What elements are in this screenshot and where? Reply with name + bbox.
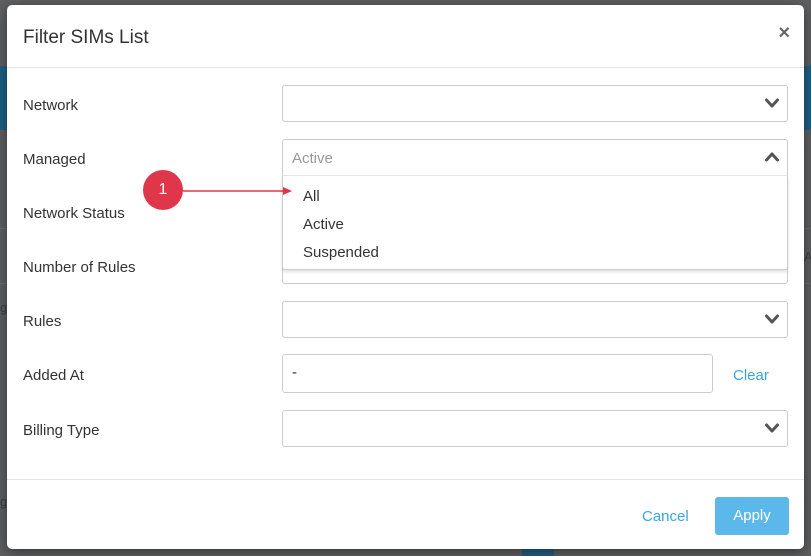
- added-at-input[interactable]: [292, 364, 692, 381]
- background-edge-text: A: [804, 249, 811, 264]
- background-divider: [0, 283, 7, 284]
- chevron-up-icon: [765, 152, 779, 162]
- dropdown-option-active[interactable]: Active: [303, 216, 344, 233]
- added-at-field[interactable]: [282, 354, 713, 393]
- managed-dropdown-menu: All Active Suspended: [282, 175, 788, 270]
- background-header-right: [804, 66, 811, 130]
- cancel-button[interactable]: Cancel: [642, 508, 689, 525]
- number-of-rules-label: Number of Rules: [23, 259, 136, 276]
- rules-select[interactable]: [282, 301, 788, 338]
- chevron-down-icon: [765, 423, 779, 433]
- clear-link[interactable]: Clear: [733, 367, 769, 384]
- network-status-label: Network Status: [23, 205, 125, 222]
- network-select[interactable]: [282, 85, 788, 122]
- billing-type-label: Billing Type: [23, 422, 100, 439]
- filter-sims-modal: Filter SIMs List × Network Managed Activ…: [7, 5, 804, 549]
- background-header-left: [0, 66, 7, 130]
- added-at-label: Added At: [23, 367, 84, 384]
- modal-title: Filter SIMs List: [23, 27, 149, 48]
- close-icon[interactable]: ×: [778, 23, 790, 43]
- apply-button[interactable]: Apply: [715, 497, 789, 535]
- dropdown-option-suspended[interactable]: Suspended: [303, 244, 379, 261]
- background-divider: [804, 228, 811, 229]
- billing-type-select[interactable]: [282, 410, 788, 447]
- callout-arrow-icon: [183, 187, 292, 195]
- modal-header: Filter SIMs List ×: [7, 5, 804, 68]
- footer-divider: [7, 479, 804, 480]
- managed-select[interactable]: Active: [282, 139, 788, 176]
- chevron-down-icon: [765, 314, 779, 324]
- managed-label: Managed: [23, 151, 86, 168]
- dropdown-option-all[interactable]: All: [303, 188, 320, 205]
- background-divider: [804, 283, 811, 284]
- managed-selected-value: Active: [292, 150, 333, 167]
- chevron-down-icon: [765, 98, 779, 108]
- network-label: Network: [23, 97, 79, 114]
- background-divider: [0, 228, 7, 229]
- callout-badge: 1: [143, 170, 183, 210]
- rules-label: Rules: [23, 313, 62, 330]
